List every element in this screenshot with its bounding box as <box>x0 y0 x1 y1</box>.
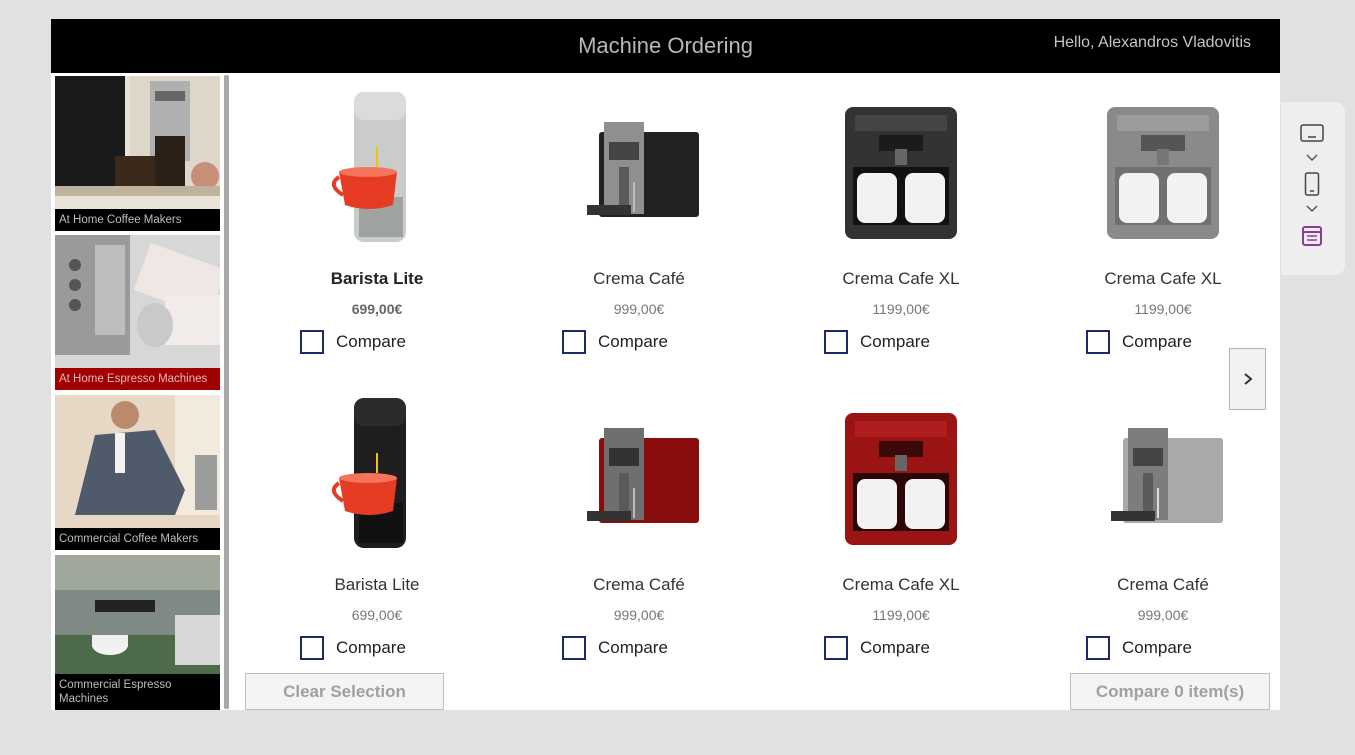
product-image <box>1111 428 1223 523</box>
product-card[interactable]: Barista Lite 699,00€ Compare <box>246 379 508 679</box>
product-name: Crema Cafe XL <box>842 575 960 594</box>
compare-checkbox[interactable]: Compare <box>824 636 930 660</box>
compare-checkbox[interactable]: Compare <box>1086 330 1192 354</box>
product-price: 1199,00€ <box>872 301 930 317</box>
product-name: Barista Lite <box>334 575 420 594</box>
user-greeting: Hello, Alexandros Vladovitis <box>1053 34 1251 51</box>
category-label: At Home Coffee Makers <box>55 209 220 231</box>
product-name: Crema Café <box>593 269 685 288</box>
compare-label: Compare <box>598 332 668 351</box>
product-image <box>587 122 699 217</box>
category-at-home-coffee-makers[interactable]: At Home Coffee Makers <box>55 76 220 231</box>
checkbox-box[interactable] <box>562 330 586 354</box>
compare-label: Compare <box>598 638 668 657</box>
product-price: 999,00€ <box>613 607 665 623</box>
sidebar-scrollbar[interactable] <box>224 75 229 709</box>
category-label: Commercial Espresso Machines <box>55 674 220 710</box>
checkbox-box[interactable] <box>1086 330 1110 354</box>
product-image <box>845 413 957 545</box>
compare-checkbox[interactable]: Compare <box>300 330 406 354</box>
product-price: 699,00€ <box>351 301 403 317</box>
chevron-down-icon[interactable] <box>1299 195 1325 221</box>
category-sidebar: At Home Coffee Makers At Home Espresso M… <box>51 73 231 710</box>
form-layout-icon[interactable] <box>1299 223 1325 249</box>
product-card[interactable]: Barista Lite 699,00€ Compare <box>246 73 508 373</box>
product-card[interactable]: Crema Cafe XL 1199,00€ Compare <box>770 73 1032 373</box>
product-image <box>331 398 406 548</box>
gallery-next-button[interactable] <box>1229 348 1266 410</box>
category-label: Commercial Coffee Makers <box>55 528 220 550</box>
compare-label: Compare <box>860 638 930 657</box>
chevron-down-icon[interactable] <box>1299 144 1325 170</box>
checkbox-box[interactable] <box>1086 636 1110 660</box>
compare-checkbox[interactable]: Compare <box>1086 636 1192 660</box>
product-card[interactable]: Crema Café 999,00€ Compare <box>508 379 770 679</box>
category-photo <box>55 395 220 550</box>
product-name: Crema Café <box>593 575 685 594</box>
product-card[interactable]: Crema Café 999,00€ Compare <box>1032 379 1280 679</box>
product-name: Crema Cafe XL <box>842 269 960 288</box>
product-name: Crema Cafe XL <box>1104 269 1222 288</box>
compare-items-button[interactable]: Compare 0 item(s) <box>1070 673 1270 710</box>
category-commercial-coffee-makers[interactable]: Commercial Coffee Makers <box>55 395 220 550</box>
compare-checkbox[interactable]: Compare <box>562 330 668 354</box>
category-photo <box>55 235 220 390</box>
checkbox-box[interactable] <box>562 636 586 660</box>
category-commercial-espresso-machines[interactable]: Commercial Espresso Machines <box>55 555 220 710</box>
product-price: 1199,00€ <box>1134 301 1192 317</box>
clear-selection-button[interactable]: Clear Selection <box>245 673 444 710</box>
product-image <box>587 428 699 523</box>
compare-label: Compare <box>336 332 406 351</box>
product-card[interactable]: Crema Cafe XL 1199,00€ Compare <box>1032 73 1280 373</box>
product-name: Barista Lite <box>330 269 424 288</box>
checkbox-box[interactable] <box>300 330 324 354</box>
compare-label: Compare <box>1122 638 1192 657</box>
product-image <box>1107 107 1219 239</box>
phone-layout-icon[interactable] <box>1299 171 1325 197</box>
checkbox-box[interactable] <box>824 330 848 354</box>
compare-checkbox[interactable]: Compare <box>824 330 930 354</box>
category-at-home-espresso-machines[interactable]: At Home Espresso Machines <box>55 235 220 390</box>
product-image <box>845 107 957 239</box>
product-gallery: Barista Lite 699,00€ Compare Crema Café … <box>246 73 1280 673</box>
product-price: 999,00€ <box>613 301 665 317</box>
app-header: Machine Ordering Hello, Alexandros Vlado… <box>51 19 1280 73</box>
compare-checkbox[interactable]: Compare <box>300 636 406 660</box>
category-label: At Home Espresso Machines <box>55 368 220 390</box>
checkbox-box[interactable] <box>300 636 324 660</box>
compare-checkbox[interactable]: Compare <box>562 636 668 660</box>
product-price: 999,00€ <box>1137 607 1189 623</box>
chevron-right-icon <box>1243 373 1253 385</box>
compare-label: Compare <box>860 332 930 351</box>
product-price: 1199,00€ <box>872 607 930 623</box>
category-photo <box>55 76 220 231</box>
checkbox-box[interactable] <box>824 636 848 660</box>
product-card[interactable]: Crema Cafe XL 1199,00€ Compare <box>770 379 1032 679</box>
product-name: Crema Café <box>1117 575 1209 594</box>
compare-label: Compare <box>336 638 406 657</box>
compare-label: Compare <box>1122 332 1192 351</box>
tablet-layout-icon[interactable] <box>1299 120 1325 146</box>
product-card[interactable]: Crema Café 999,00€ Compare <box>508 73 770 373</box>
app-canvas: Machine Ordering Hello, Alexandros Vlado… <box>51 19 1280 710</box>
layout-switcher-panel <box>1281 102 1345 275</box>
product-image <box>331 92 406 242</box>
product-price: 699,00€ <box>351 607 403 623</box>
